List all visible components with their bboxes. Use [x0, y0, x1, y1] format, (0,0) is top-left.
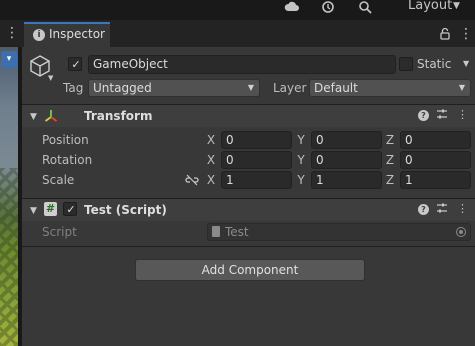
- gameobject-name-field[interactable]: GameObject: [88, 55, 396, 74]
- script-component-title: Test (Script): [84, 203, 167, 217]
- axis-z-label[interactable]: Z: [385, 172, 395, 188]
- rotation-y-field[interactable]: 0: [311, 151, 382, 169]
- more-options-icon[interactable]: ⋮: [459, 26, 473, 42]
- scale-z-field[interactable]: 1: [400, 171, 471, 189]
- object-picker-dot: [459, 230, 463, 234]
- scale-x-field[interactable]: 1: [221, 171, 292, 189]
- script-label: Script: [42, 225, 77, 239]
- more-options-icon[interactable]: ⋮: [5, 25, 19, 41]
- script-enabled-checkbox[interactable]: ✓: [63, 202, 77, 216]
- scene-tool-button[interactable]: ▾: [1, 51, 17, 67]
- lock-icon[interactable]: [440, 27, 450, 41]
- position-y-field[interactable]: 0: [311, 131, 382, 149]
- scale-y-field[interactable]: 1: [311, 171, 382, 189]
- scale-label: Scale: [42, 173, 75, 187]
- add-component-button[interactable]: Add Component: [135, 259, 365, 281]
- tab-inspector-label: Inspector: [49, 27, 105, 41]
- constrain-proportions-icon[interactable]: [185, 174, 199, 186]
- active-checkbox[interactable]: ✓: [68, 57, 82, 71]
- tag-dropdown[interactable]: Untagged ▼: [88, 79, 260, 97]
- script-reference-field[interactable]: Test: [207, 223, 471, 241]
- transform-icon: [43, 108, 59, 124]
- checkmark-icon: ✓: [66, 203, 76, 216]
- static-checkbox[interactable]: [399, 57, 413, 71]
- presets-icon[interactable]: [435, 108, 449, 122]
- position-label: Position: [42, 133, 89, 147]
- foldout-arrow-icon[interactable]: ▼: [30, 111, 37, 123]
- chevron-down-icon: ▼: [458, 83, 465, 92]
- layout-dropdown[interactable]: Layout: [408, 0, 452, 16]
- axis-y-label[interactable]: Y: [296, 172, 306, 188]
- more-options-icon[interactable]: ⋮: [457, 202, 468, 216]
- chevron-down-icon: ▼: [48, 74, 54, 82]
- scene-ground: [0, 168, 18, 346]
- layer-dropdown[interactable]: Default ▼: [309, 79, 471, 97]
- more-options-icon[interactable]: ⋮: [457, 108, 468, 122]
- chevron-down-icon: ▼: [453, 1, 460, 11]
- history-icon[interactable]: [320, 0, 336, 18]
- tag-value: Untagged: [93, 81, 152, 95]
- axis-x-label[interactable]: X: [206, 132, 216, 148]
- static-label: Static: [417, 57, 452, 71]
- rotation-label: Rotation: [42, 153, 93, 167]
- script-file-icon: [212, 226, 220, 237]
- script-icon: #: [44, 202, 57, 216]
- axis-z-label[interactable]: Z: [385, 132, 395, 148]
- top-toolbar: Layout ▼: [0, 0, 475, 20]
- checkmark-icon: ✓: [71, 58, 81, 71]
- layer-label: Layer: [273, 81, 307, 95]
- search-icon[interactable]: [357, 0, 373, 18]
- axis-y-label[interactable]: Y: [296, 152, 306, 168]
- rotation-z-field[interactable]: 0: [400, 151, 471, 169]
- position-z-field[interactable]: 0: [400, 131, 471, 149]
- axis-y-label[interactable]: Y: [296, 132, 306, 148]
- layer-value: Default: [314, 81, 358, 95]
- tag-label: Tag: [63, 81, 84, 95]
- static-dropdown-icon[interactable]: ▼: [463, 60, 471, 68]
- help-icon[interactable]: ?: [418, 110, 429, 121]
- axis-x-label[interactable]: X: [206, 152, 216, 168]
- axis-z-label[interactable]: Z: [385, 152, 395, 168]
- transform-title: Transform: [84, 109, 153, 123]
- position-x-field[interactable]: 0: [221, 131, 292, 149]
- presets-icon[interactable]: [435, 202, 449, 216]
- divider: [22, 246, 475, 247]
- chevron-down-icon: ▼: [247, 83, 254, 92]
- axis-x-label[interactable]: X: [206, 172, 216, 188]
- rotation-x-field[interactable]: 0: [221, 151, 292, 169]
- info-icon: i: [33, 29, 45, 41]
- cloud-icon[interactable]: [284, 0, 300, 18]
- help-icon[interactable]: ?: [418, 204, 429, 215]
- foldout-arrow-icon[interactable]: ▼: [30, 205, 37, 217]
